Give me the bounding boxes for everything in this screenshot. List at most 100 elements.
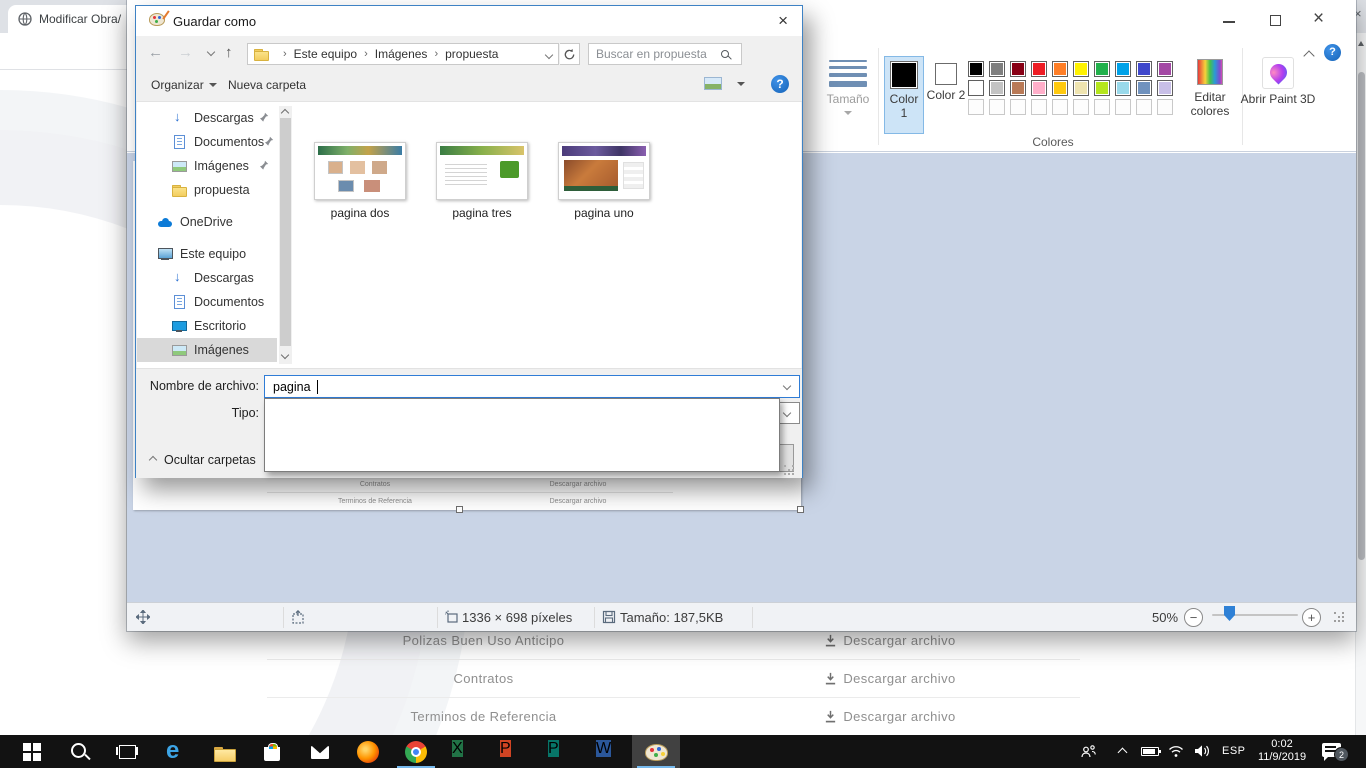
- breadcrumb-item[interactable]: ›Imágenes: [357, 47, 427, 61]
- palette-swatch[interactable]: [1115, 61, 1131, 77]
- taskbar-button[interactable]: [200, 735, 248, 768]
- palette-swatch[interactable]: [1136, 80, 1152, 96]
- palette-swatch[interactable]: [1094, 61, 1110, 77]
- download-link[interactable]: Descargar archivo: [700, 709, 1080, 724]
- palette-swatch[interactable]: [989, 80, 1005, 96]
- taskbar-button[interactable]: [8, 735, 56, 768]
- palette-swatch[interactable]: [968, 61, 984, 77]
- hide-folders-button[interactable]: Ocultar carpetas: [150, 453, 256, 467]
- breadcrumb-item[interactable]: ›Este equipo: [276, 47, 357, 61]
- file-item[interactable]: pagina dos: [300, 142, 420, 220]
- palette-swatch[interactable]: [1115, 99, 1131, 115]
- tray-overflow-icon[interactable]: [1118, 748, 1128, 758]
- canvas-resize-handle-bottom[interactable]: [456, 506, 463, 513]
- taskbar-button[interactable]: [104, 735, 152, 768]
- palette-swatch[interactable]: [1094, 80, 1110, 96]
- taskbar-button[interactable]: [296, 735, 344, 768]
- palette-swatch[interactable]: [1073, 61, 1089, 77]
- views-dropdown-icon[interactable]: [737, 82, 745, 86]
- open-paint3d-button[interactable]: Abrir Paint 3D: [1240, 56, 1316, 136]
- taskbar-button[interactable]: [632, 735, 680, 768]
- palette-swatch[interactable]: [1136, 61, 1152, 77]
- clock[interactable]: 0:02 11/9/2019: [1249, 738, 1315, 764]
- battery-icon[interactable]: [1141, 747, 1159, 756]
- taskbar-button[interactable]: [392, 735, 440, 768]
- download-link[interactable]: Descargar archivo: [700, 671, 1080, 686]
- palette-swatch[interactable]: [1157, 80, 1173, 96]
- canvas-resize-handle-corner[interactable]: [797, 506, 804, 513]
- filename-suggestions-dropdown[interactable]: [264, 398, 780, 472]
- filename-input[interactable]: pagina: [264, 375, 800, 398]
- volume-icon[interactable]: [1194, 744, 1210, 758]
- breadcrumb-item[interactable]: ›propuesta: [427, 47, 498, 61]
- scrollbar-up-icon[interactable]: [1358, 41, 1364, 46]
- minimize-icon[interactable]: [1223, 21, 1235, 23]
- address-dropdown-icon[interactable]: [545, 51, 553, 59]
- palette-swatch[interactable]: [989, 61, 1005, 77]
- palette-swatch[interactable]: [1136, 99, 1152, 115]
- palette-swatch[interactable]: [989, 99, 1005, 115]
- sidebar-item[interactable]: Escritorio: [137, 314, 277, 338]
- dialog-close-icon[interactable]: ×: [778, 11, 788, 31]
- sidebar-item[interactable]: Imágenes: [137, 338, 277, 362]
- download-link[interactable]: Descargar archivo: [700, 633, 1080, 648]
- palette-swatch[interactable]: [968, 99, 984, 115]
- dialog-help-icon[interactable]: ?: [771, 75, 789, 93]
- sidebar-item[interactable]: Documentos: [137, 290, 277, 314]
- palette-swatch[interactable]: [1010, 61, 1026, 77]
- size-button[interactable]: Tamaño: [817, 56, 879, 136]
- new-folder-button[interactable]: Nueva carpeta: [228, 78, 306, 92]
- nav-up-icon[interactable]: ↑: [225, 44, 233, 61]
- zoom-out-button[interactable]: −: [1184, 608, 1203, 627]
- palette-swatch[interactable]: [1010, 99, 1026, 115]
- palette-swatch[interactable]: [1094, 99, 1110, 115]
- palette-swatch[interactable]: [1157, 99, 1173, 115]
- palette-swatch[interactable]: [1031, 61, 1047, 77]
- sidebar-item[interactable]: propuesta: [137, 178, 277, 202]
- file-item[interactable]: pagina uno: [544, 142, 664, 220]
- sidebar-item[interactable]: Documentos: [137, 130, 277, 154]
- views-button[interactable]: [704, 77, 722, 90]
- window-resize-grip[interactable]: [1334, 612, 1346, 624]
- taskbar-button[interactable]: [440, 735, 488, 768]
- palette-swatch[interactable]: [1073, 99, 1089, 115]
- zoom-in-button[interactable]: +: [1302, 608, 1321, 627]
- maximize-icon[interactable]: [1270, 15, 1281, 26]
- wifi-icon[interactable]: [1168, 745, 1184, 758]
- dialog-resize-grip[interactable]: [784, 465, 796, 477]
- sidebar-item[interactable]: Descargas: [137, 106, 277, 130]
- sidebar-scrollbar-thumb[interactable]: [280, 118, 291, 346]
- color2-button[interactable]: Color 2: [926, 56, 966, 134]
- palette-swatch[interactable]: [1052, 61, 1068, 77]
- address-bar[interactable]: ›Este equipo›Imágenes›propuesta: [247, 43, 559, 65]
- paint-help-icon[interactable]: ?: [1324, 44, 1341, 61]
- nav-back-icon[interactable]: ←: [148, 44, 163, 61]
- taskbar-button[interactable]: [56, 735, 104, 768]
- palette-swatch[interactable]: [1052, 80, 1068, 96]
- refresh-button[interactable]: [560, 43, 580, 65]
- organize-button[interactable]: Organizar: [151, 78, 217, 92]
- scrollbar-thumb[interactable]: [1358, 72, 1365, 560]
- people-icon[interactable]: [1080, 744, 1097, 760]
- browser-tab[interactable]: Modificar Obra/: [8, 5, 140, 33]
- file-item[interactable]: pagina tres: [422, 142, 542, 220]
- palette-swatch[interactable]: [1052, 99, 1068, 115]
- taskbar-button[interactable]: [536, 735, 584, 768]
- search-input[interactable]: Buscar en propuesta: [588, 43, 742, 65]
- recent-locations-icon[interactable]: [207, 48, 215, 56]
- sidebar-item[interactable]: OneDrive: [137, 210, 277, 234]
- sidebar-item[interactable]: Imágenes: [137, 154, 277, 178]
- taskbar-button[interactable]: [248, 735, 296, 768]
- browser-scrollbar[interactable]: [1355, 33, 1366, 735]
- palette-swatch[interactable]: [968, 80, 984, 96]
- scroll-up-icon[interactable]: [281, 109, 289, 117]
- taskbar-button[interactable]: [488, 735, 536, 768]
- sidebar-item[interactable]: Este equipo: [137, 242, 277, 266]
- palette-swatch[interactable]: [1073, 80, 1089, 96]
- taskbar-button[interactable]: [344, 735, 392, 768]
- scroll-down-icon[interactable]: [281, 351, 289, 359]
- language-indicator[interactable]: ESP: [1222, 745, 1246, 757]
- palette-swatch[interactable]: [1010, 80, 1026, 96]
- sidebar-scrollbar[interactable]: [279, 106, 292, 364]
- taskbar-button[interactable]: [152, 735, 200, 768]
